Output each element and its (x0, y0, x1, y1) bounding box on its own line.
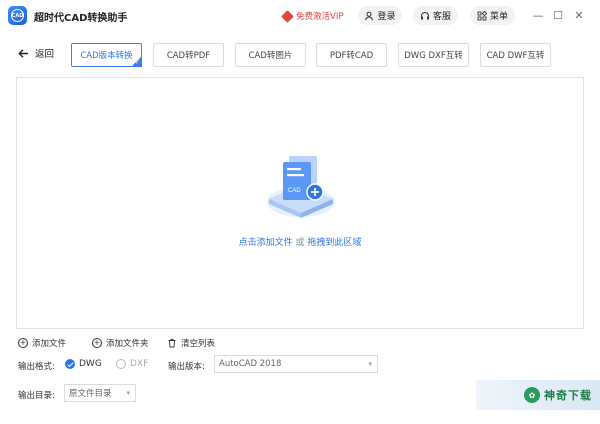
add-file-button[interactable]: + 添加文件 (18, 337, 66, 349)
service-label: 客服 (432, 12, 451, 22)
radio-checked-icon (65, 359, 75, 369)
menu-button[interactable]: 菜单 (470, 6, 515, 25)
title-bar: CAD 超时代CAD转换助手 免费激活VIP 登录 客服 菜单 — ☐ ✕ (0, 0, 600, 32)
chevron-down-icon: ▾ (368, 360, 372, 368)
cad-badge-text: CAD (288, 188, 301, 194)
chevron-down-icon: ▾ (126, 389, 130, 397)
add-file-label: 添加文件 (32, 339, 67, 349)
minimize-button[interactable]: — (530, 7, 546, 23)
leaf-logo-icon: ✿ (524, 387, 540, 403)
clear-list-button[interactable]: 清空列表 (167, 337, 215, 349)
file-drop-zone[interactable]: CAD 点击添加文件 或 拖拽到此区域 (16, 77, 584, 329)
back-button[interactable]: 返回 (18, 46, 54, 60)
app-title: 超时代CAD转换助手 (34, 13, 128, 24)
trash-icon (168, 338, 176, 348)
output-directory-select[interactable]: 原文件目录 ▾ (64, 384, 136, 402)
watermark-banner: ✿ 神奇下载 (476, 380, 600, 410)
version-value: AutoCAD 2018 (219, 359, 282, 369)
tab-label: CAD版本转换 (80, 51, 133, 61)
maximize-button[interactable]: ☐ (550, 7, 566, 23)
app-logo-text: CAD (11, 9, 24, 22)
check-icon: ✓ (134, 59, 140, 66)
tab-cad-version[interactable]: CAD版本转换 ✓ (71, 43, 142, 67)
close-button[interactable]: ✕ (571, 7, 587, 23)
add-file-link[interactable]: 点击添加文件 (239, 238, 293, 248)
tab-label: PDF转CAD (329, 51, 374, 61)
directory-value: 原文件目录 (69, 389, 112, 399)
format-option-label: DWG (79, 359, 102, 369)
app-logo: CAD (8, 6, 27, 25)
radio-unchecked-icon (116, 359, 126, 369)
diamond-icon (281, 9, 294, 23)
back-label: 返回 (35, 49, 55, 60)
tab-pdf-to-cad[interactable]: PDF转CAD (316, 43, 387, 67)
drag-here-link[interactable]: 拖拽到此区域 (307, 238, 361, 248)
tab-cad-to-pdf[interactable]: CAD转PDF (153, 43, 224, 67)
add-folder-label: 添加文件夹 (106, 339, 149, 349)
vip-activate-link[interactable]: 免费激活VIP (281, 9, 344, 23)
add-folder-button[interactable]: + 添加文件夹 (92, 337, 149, 349)
format-radio-dwg[interactable]: DWG (65, 359, 102, 369)
format-radio-dxf[interactable]: DXF (116, 359, 148, 369)
tab-label: DWG DXF互转 (404, 51, 463, 61)
grid-menu-icon (477, 10, 487, 20)
login-label: 登录 (377, 12, 396, 22)
clear-list-label: 清空列表 (181, 339, 216, 349)
arrow-left-icon (18, 48, 28, 58)
plus-circle-icon: + (18, 338, 28, 348)
tab-label: CAD转图片 (248, 51, 293, 61)
output-version-label: 输出版本: (168, 362, 205, 372)
hint-or-text: 或 (292, 238, 308, 248)
drop-hint: 点击添加文件 或 拖拽到此区域 (17, 235, 583, 248)
add-file-illustration-icon: CAD (267, 156, 335, 218)
tab-label: CAD转PDF (166, 51, 211, 61)
output-version-select[interactable]: AutoCAD 2018 ▾ (214, 355, 378, 373)
headset-icon (420, 11, 429, 19)
tab-cad-dwf[interactable]: CAD DWF互转 (480, 43, 551, 67)
output-directory-label: 输出目录: (18, 391, 55, 401)
customer-service-button[interactable]: 客服 (413, 6, 458, 25)
watermark-text: 神奇下载 (544, 389, 592, 402)
format-option-label: DXF (130, 359, 149, 369)
plus-circle-icon: + (92, 338, 102, 348)
menu-label: 菜单 (489, 12, 508, 22)
tab-dwg-dxf[interactable]: DWG DXF互转 (398, 43, 469, 67)
user-icon (365, 11, 374, 20)
tab-cad-to-image[interactable]: CAD转图片 (235, 43, 306, 67)
vip-label: 免费激活VIP (296, 12, 344, 22)
output-format-label: 输出格式: (18, 362, 55, 372)
login-button[interactable]: 登录 (358, 6, 402, 25)
tab-label: CAD DWF互转 (486, 51, 545, 61)
